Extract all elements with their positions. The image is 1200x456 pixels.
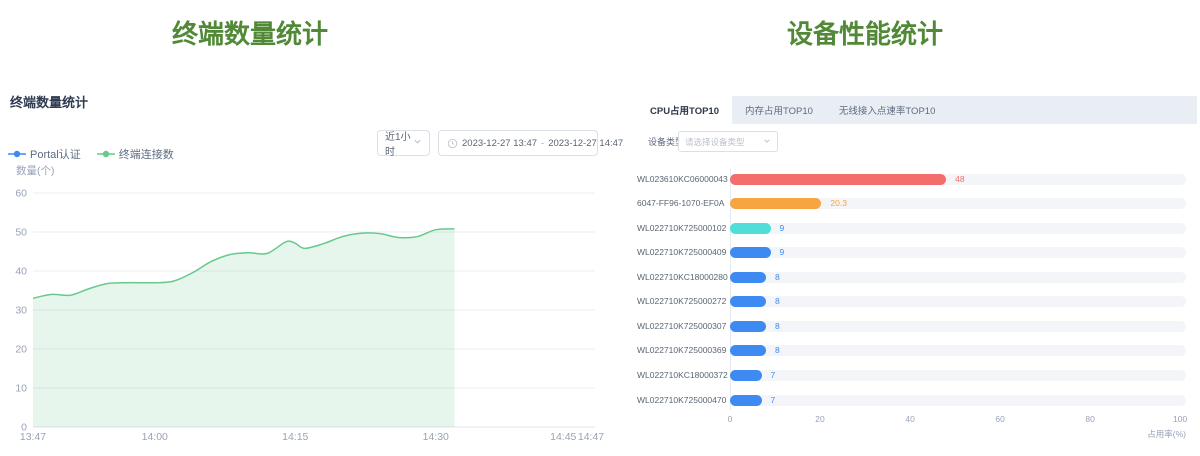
date-range-picker[interactable]: 2023-12-27 13:47 - 2023-12-27 14:47 xyxy=(438,130,598,156)
line-chart: 0102030405060数量(个)13:4714:0014:1514:3014… xyxy=(0,162,612,454)
bar-category-label: WL022710K725000470 xyxy=(637,395,723,406)
tab-bar: CPU占用TOP10内存占用TOP10无线接入点速率TOP10 xyxy=(637,96,1197,124)
dashboard: 终端数量统计 终端数量统计 近1小时 2023-12-27 13:47 - 20… xyxy=(0,0,1200,456)
legend-item-1[interactable]: 终端连接数 xyxy=(97,146,174,162)
legend-marker-icon xyxy=(8,150,26,158)
bar-value-label: 48 xyxy=(955,174,964,185)
bar-track xyxy=(730,296,1186,307)
y-tick-label: 50 xyxy=(15,227,27,239)
bar-value-label: 8 xyxy=(775,272,780,283)
bar-track xyxy=(730,247,1186,258)
bar xyxy=(730,174,946,185)
bar-track xyxy=(730,345,1186,356)
bar-value-label: 20.3 xyxy=(830,198,847,209)
chart-legend: Portal认证 终端连接数 xyxy=(8,146,174,162)
left-panel-title: 终端数量统计 xyxy=(0,14,500,51)
chevron-down-icon xyxy=(763,137,771,147)
tab-1[interactable]: 内存占用TOP10 xyxy=(732,96,826,124)
left-card-heading: 终端数量统计 xyxy=(10,92,88,111)
chevron-down-icon xyxy=(413,137,422,149)
x-tick-label: 0 xyxy=(710,414,750,424)
tab-2[interactable]: 无线接入点速率TOP10 xyxy=(826,96,948,124)
x-tick-label: 20 xyxy=(800,414,840,424)
x-tick-label: 14:15 xyxy=(282,431,308,443)
bar-value-label: 7 xyxy=(771,370,776,381)
bar-category-label: WL022710K725000272 xyxy=(637,296,723,307)
bar-track xyxy=(730,223,1186,234)
bar-category-label: WL022710KC18000372 xyxy=(637,370,723,381)
bar-value-label: 8 xyxy=(775,296,780,307)
y-tick-label: 30 xyxy=(15,305,27,317)
bar-category-label: WL022710K725000102 xyxy=(637,223,723,234)
legend-marker-icon xyxy=(97,150,115,158)
bar xyxy=(730,395,762,406)
bar-category-label: WL023610KC06000043 xyxy=(637,174,723,185)
x-tick-label: 80 xyxy=(1070,414,1110,424)
bar-value-label: 8 xyxy=(775,321,780,332)
time-range-select[interactable]: 近1小时 xyxy=(377,130,430,156)
right-panel-title: 设备性能统计 xyxy=(615,14,1115,51)
device-type-select[interactable]: 请选择设备类型 xyxy=(678,131,778,152)
bar xyxy=(730,223,771,234)
y-axis-name: 数量(个) xyxy=(16,164,55,177)
bar xyxy=(730,370,762,381)
bar-value-label: 9 xyxy=(780,223,785,234)
bar-category-label: WL022710K725000307 xyxy=(637,321,723,332)
y-tick-label: 40 xyxy=(15,266,27,278)
bar-track xyxy=(730,321,1186,332)
x-tick-label: 14:45 xyxy=(550,431,576,443)
time-range-value: 近1小时 xyxy=(385,128,413,158)
x-tick-label: 14:30 xyxy=(423,431,449,443)
bar-category-label: WL022710KC18000280 xyxy=(637,272,723,283)
x-tick-label: 14:47 xyxy=(578,431,604,443)
bar-value-label: 7 xyxy=(771,395,776,406)
y-tick-label: 10 xyxy=(15,383,27,395)
x-axis-name: 占用率(%) xyxy=(1106,428,1186,440)
bar xyxy=(730,296,766,307)
bar-track xyxy=(730,395,1186,406)
bar-value-label: 9 xyxy=(780,247,785,258)
legend-label: Portal认证 xyxy=(30,146,81,162)
bar-track xyxy=(730,272,1186,283)
x-tick-label: 40 xyxy=(890,414,930,424)
x-tick-label: 13:47 xyxy=(20,431,46,443)
tab-0[interactable]: CPU占用TOP10 xyxy=(637,96,732,124)
bar-track xyxy=(730,370,1186,381)
bar xyxy=(730,345,766,356)
bar-category-label: WL022710K725000369 xyxy=(637,345,723,356)
date-range-start: 2023-12-27 13:47 xyxy=(462,138,537,149)
bar-category-label: WL022710K725000409 xyxy=(637,247,723,258)
clock-icon xyxy=(447,138,458,149)
bar xyxy=(730,198,821,209)
y-tick-label: 20 xyxy=(15,344,27,356)
bar-chart: WL023610KC06000043 48 6047-FF96-1070-EF0A 2… xyxy=(637,165,1200,455)
bar xyxy=(730,272,766,283)
legend-label: 终端连接数 xyxy=(119,146,174,162)
x-tick-label: 100 xyxy=(1160,414,1200,424)
y-tick-label: 60 xyxy=(15,188,27,200)
device-type-placeholder: 请选择设备类型 xyxy=(685,136,745,148)
bar-value-label: 8 xyxy=(775,345,780,356)
bar xyxy=(730,247,771,258)
bar-category-label: 6047-FF96-1070-EF0A xyxy=(637,198,723,209)
x-tick-label: 60 xyxy=(980,414,1020,424)
area-fill xyxy=(33,229,455,427)
date-range-separator: - xyxy=(541,138,544,149)
legend-item-0[interactable]: Portal认证 xyxy=(8,146,81,162)
date-range-end: 2023-12-27 14:47 xyxy=(548,138,623,149)
x-tick-label: 14:00 xyxy=(142,431,168,443)
bar xyxy=(730,321,766,332)
